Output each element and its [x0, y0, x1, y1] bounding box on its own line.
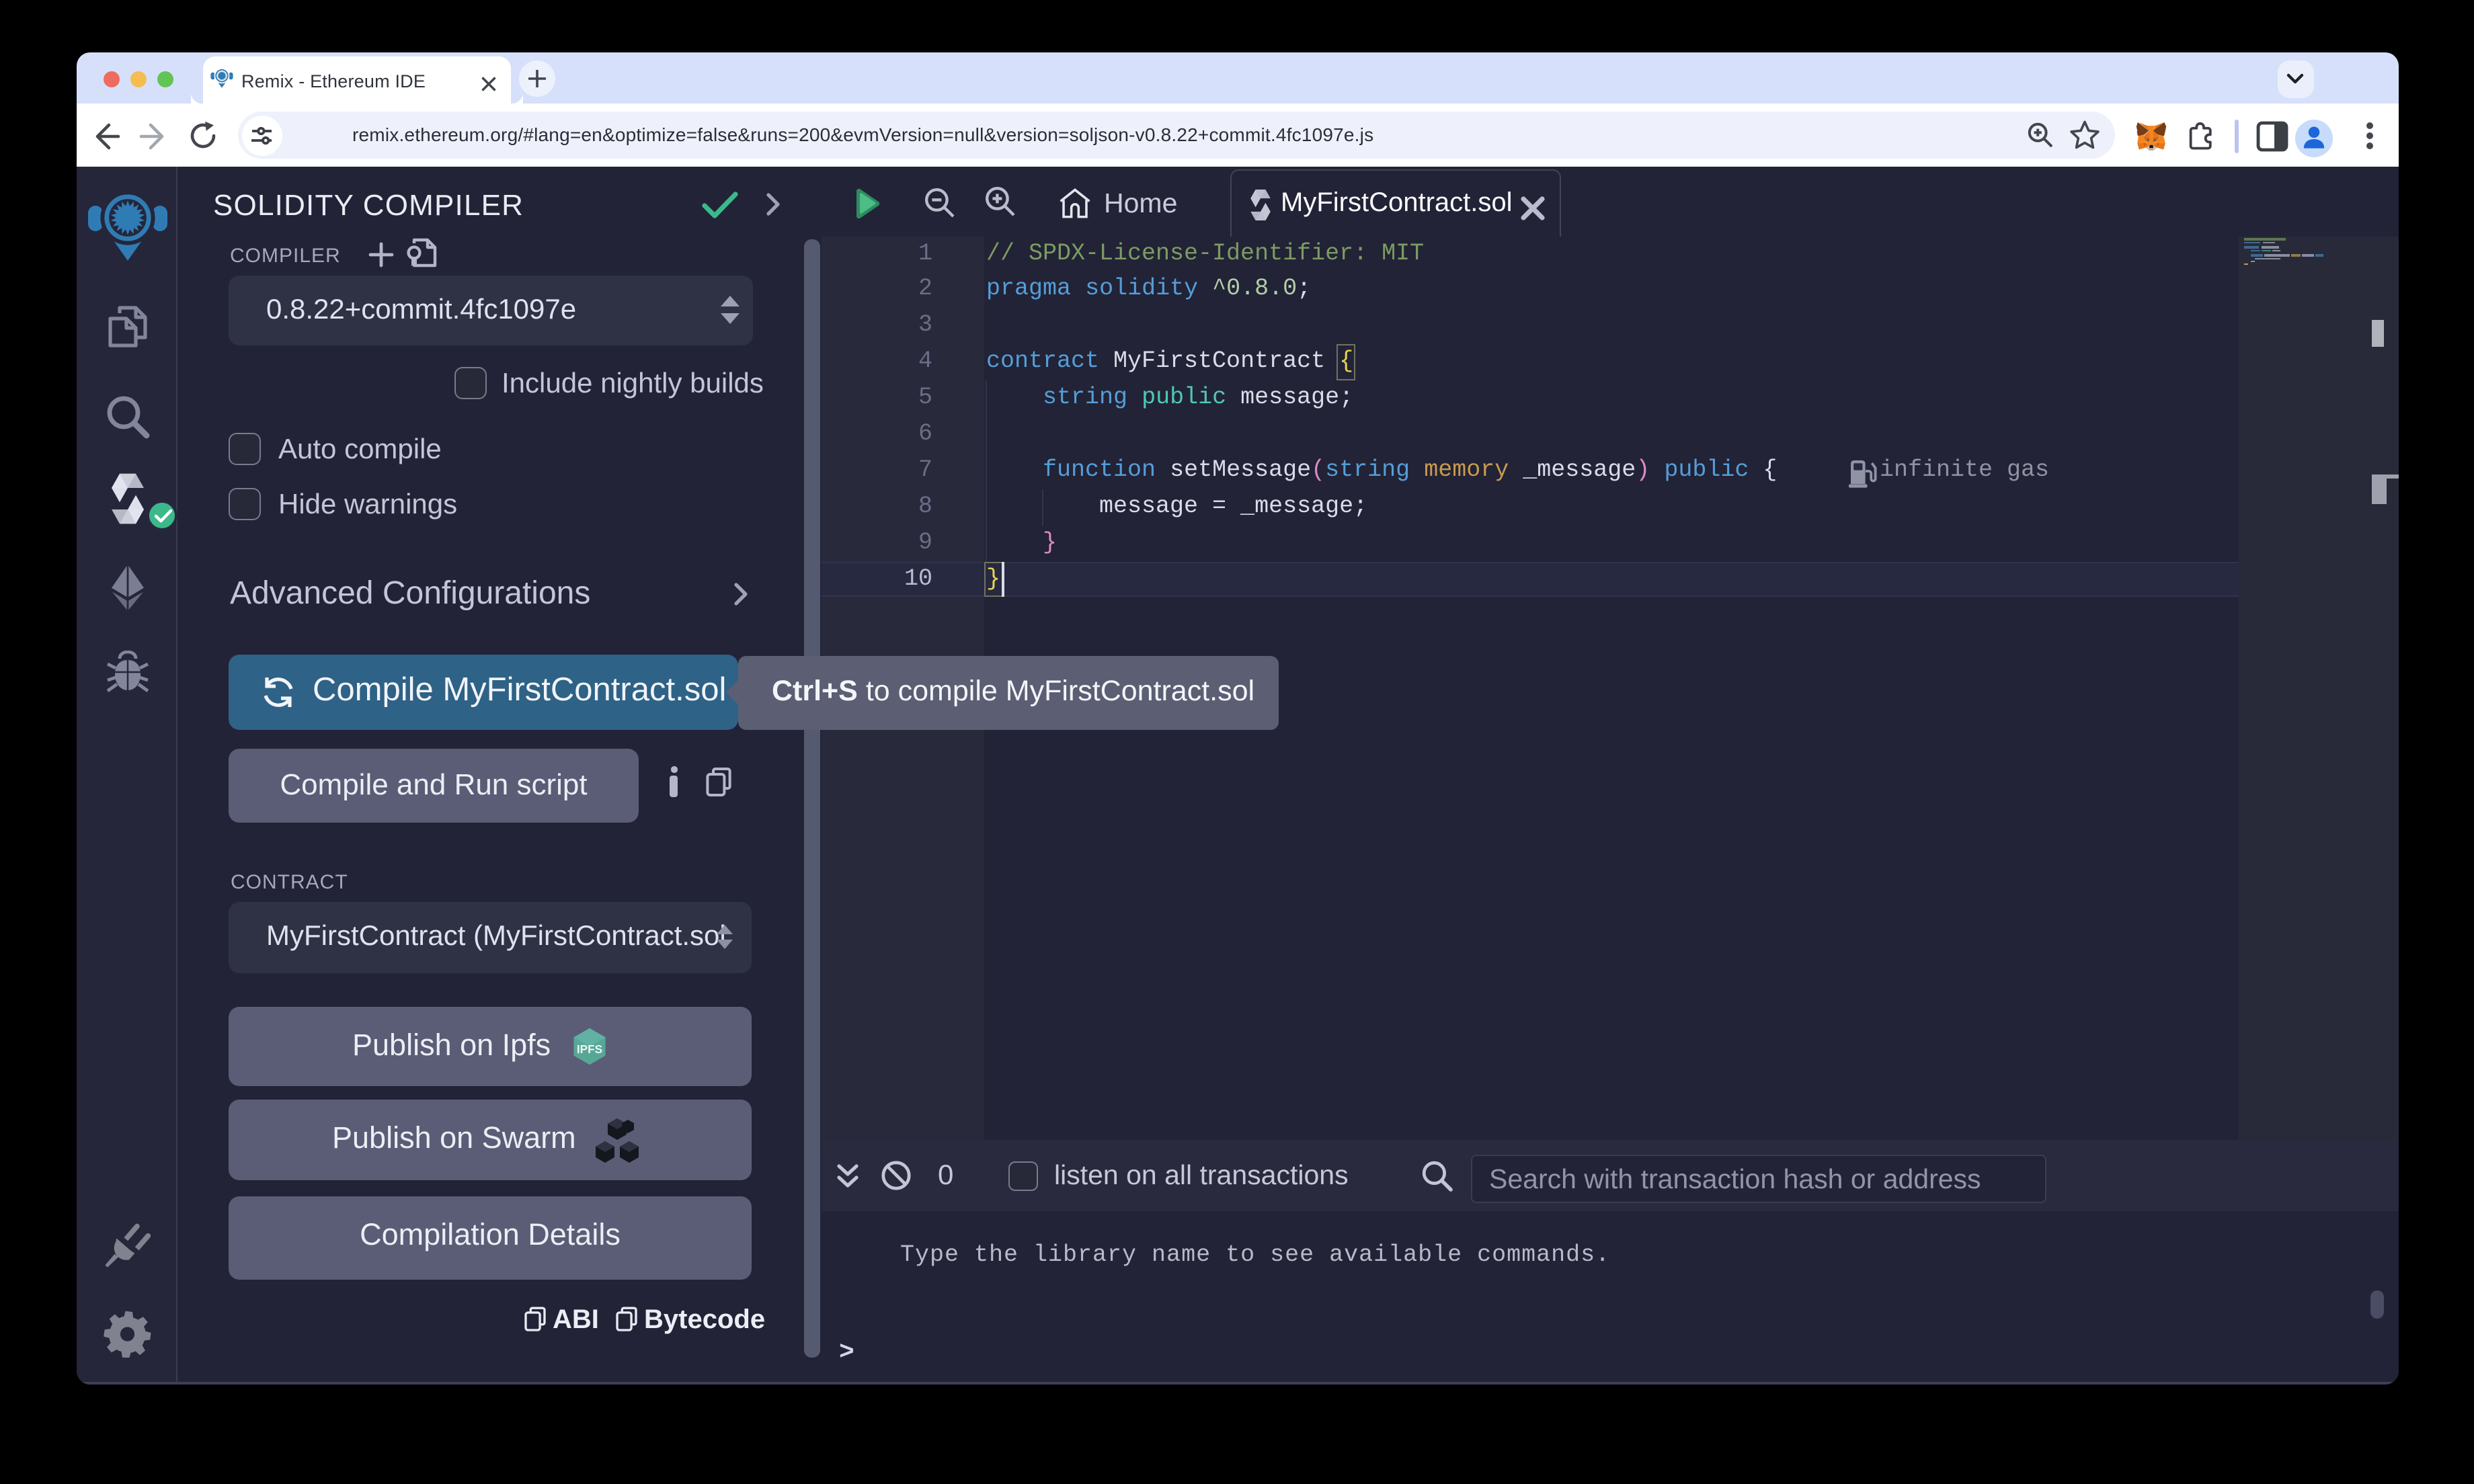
svg-text:IPFS: IPFS: [577, 1042, 602, 1055]
